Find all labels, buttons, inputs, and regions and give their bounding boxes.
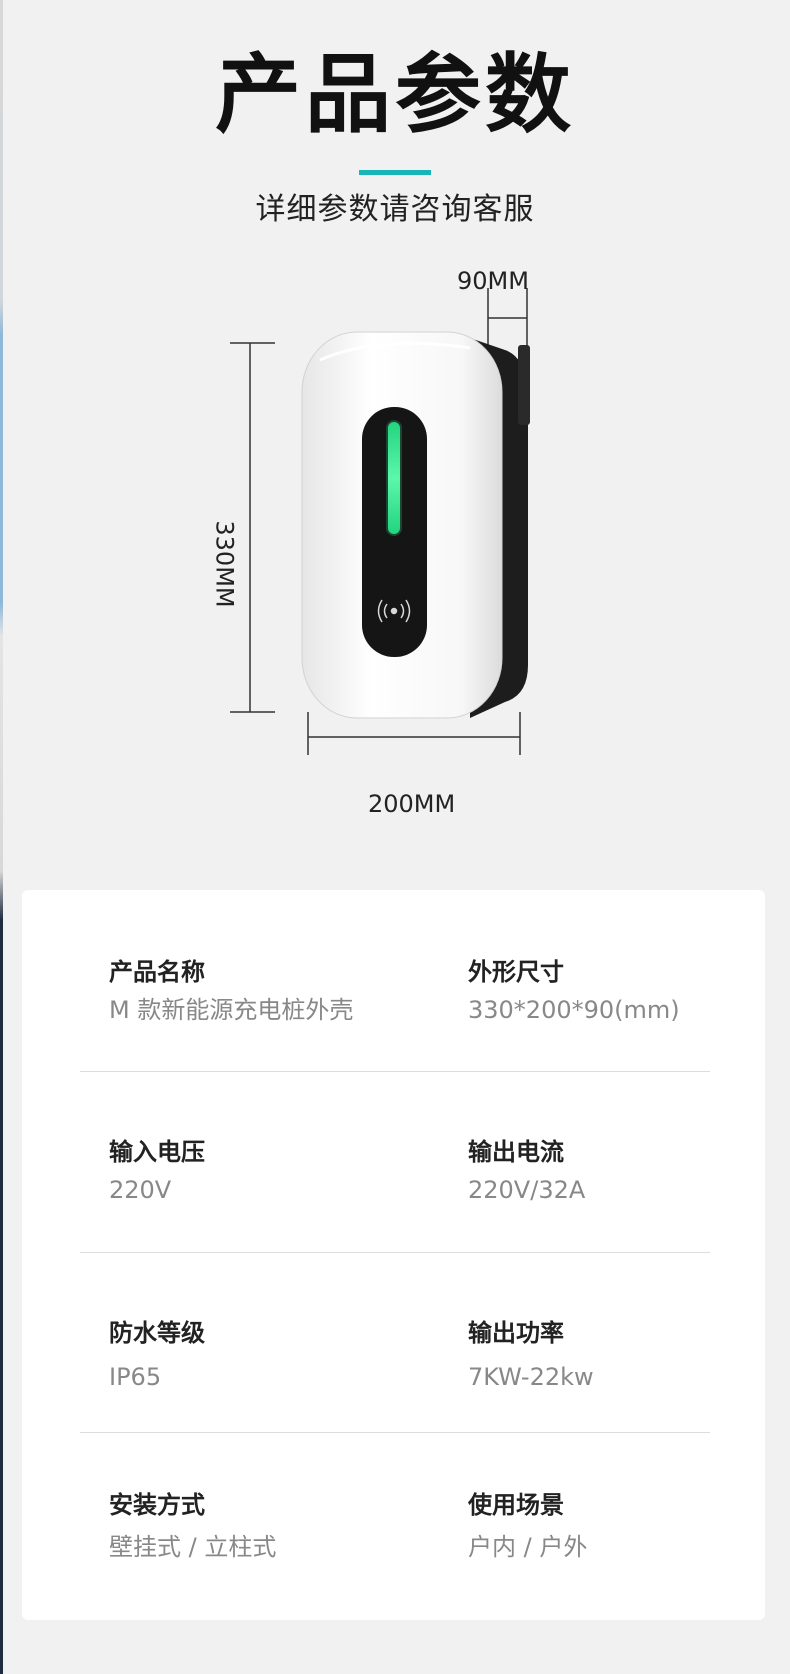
page-subtitle: 详细参数请咨询客服 <box>255 192 535 227</box>
spec-label: 外形尺寸 <box>468 958 564 986</box>
spec-usage-scenario: 使用场景 户内 / 户外 <box>468 1488 587 1564</box>
page-title: 产品参数 <box>215 45 575 145</box>
spec-label: 输入电压 <box>109 1138 205 1166</box>
spec-divider <box>80 1252 710 1253</box>
spec-input-voltage: 输入电压 220V <box>109 1135 205 1207</box>
spec-label: 使用场景 <box>468 1491 564 1519</box>
height-label: 330MM <box>210 520 239 608</box>
title-underline <box>359 170 431 175</box>
spec-product-name: 产品名称 M 款新能源充电桩外壳 <box>109 955 353 1027</box>
spec-output-power: 输出功率 7KW-22kw <box>468 1316 594 1394</box>
spec-value: 220V/32A <box>468 1176 586 1204</box>
charger-body-icon <box>301 331 530 719</box>
spec-value: 壁挂式 / 立柱式 <box>109 1533 277 1561</box>
spec-value: 220V <box>109 1176 172 1204</box>
spec-label: 输出功率 <box>468 1319 564 1347</box>
spec-dimensions: 外形尺寸 330*200*90(mm) <box>468 955 680 1027</box>
spec-output-current: 输出电流 220V/32A <box>468 1135 585 1207</box>
spec-value: 7KW-22kw <box>468 1363 594 1391</box>
spec-divider <box>80 1432 710 1433</box>
spec-label: 防水等级 <box>109 1319 205 1347</box>
spec-value: IP65 <box>109 1363 162 1391</box>
dimension-lines <box>230 288 530 755</box>
spec-divider <box>80 1071 710 1072</box>
spec-value: 户内 / 户外 <box>468 1533 588 1561</box>
spec-waterproof-rating: 防水等级 IP65 <box>109 1316 205 1394</box>
product-dimension-diagram: 90MM 330MM 200MM <box>0 250 790 830</box>
spec-value: M 款新能源充电桩外壳 <box>109 996 354 1024</box>
spec-installation: 安装方式 壁挂式 / 立柱式 <box>109 1488 276 1564</box>
spec-card: 产品名称 M 款新能源充电桩外壳 外形尺寸 330*200*90(mm) 输入电… <box>22 890 765 1620</box>
depth-label: 90MM <box>457 267 529 295</box>
width-label: 200MM <box>368 790 456 818</box>
spec-label: 安装方式 <box>109 1491 205 1519</box>
spec-label: 产品名称 <box>109 958 205 986</box>
spec-label: 输出电流 <box>468 1138 564 1166</box>
spec-value: 330*200*90(mm) <box>468 996 680 1024</box>
